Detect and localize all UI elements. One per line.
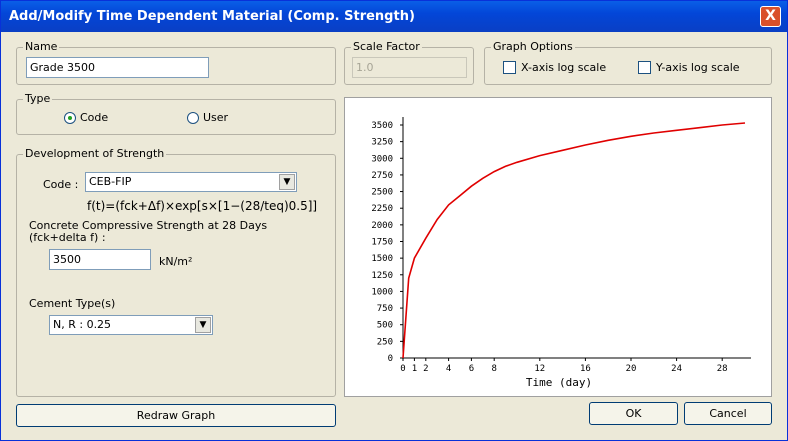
close-button[interactable]: X (760, 6, 781, 27)
y-tick-label: 2500 (371, 188, 393, 198)
dialog-window: Add/Modify Time Dependent Material (Comp… (0, 0, 788, 441)
user-radio-label: User (203, 111, 229, 124)
strength-formula: f(t)=(fck+Δf)×exp[s×[1−(28/teq)0.5]] (87, 199, 318, 213)
y-log-label: Y-axis log scale (656, 61, 740, 74)
code-dropdown[interactable]: CEB-FIP ▼ (85, 172, 297, 192)
code-label: Code : (43, 178, 79, 191)
code-radio-label: Code (80, 111, 109, 124)
graph-options-title: Graph Options (491, 40, 575, 54)
x-log-checkbox[interactable] (503, 61, 516, 74)
code-dropdown-value: CEB-FIP (89, 175, 132, 188)
y-tick-label: 500 (377, 321, 393, 331)
ok-button[interactable]: OK (589, 402, 678, 425)
x-tick-label: 6 (469, 364, 474, 374)
strength-unit: kN/m² (159, 255, 193, 268)
strength-series-line (402, 122, 746, 359)
code-radio[interactable] (64, 112, 76, 124)
cement-type-value: N, R : 0.25 (53, 318, 112, 331)
name-group-title: Name (23, 40, 60, 54)
x-tick-label: 24 (671, 364, 682, 374)
y-tick-label: 1500 (371, 254, 393, 264)
y-tick-label: 3000 (371, 154, 393, 164)
cancel-button[interactable]: Cancel (684, 402, 772, 425)
y-tick-label: 0 (388, 354, 393, 364)
type-group-title: Type (23, 92, 53, 106)
title-bar[interactable]: Add/Modify Time Dependent Material (Comp… (1, 1, 787, 32)
x-log-label: X-axis log scale (521, 61, 607, 74)
user-radio[interactable] (187, 112, 199, 124)
y-tick-label: 250 (377, 337, 393, 347)
y-tick-label: 2750 (371, 171, 393, 181)
strength-input[interactable]: 3500 (49, 249, 151, 270)
x-tick-label: 2 (423, 364, 428, 374)
x-axis-label: Time (day) (526, 376, 592, 389)
cement-type-label: Cement Type(s) (29, 297, 116, 310)
scale-factor-input: 1.0 (352, 57, 467, 78)
graph-panel: 0 250 500 750 1000 1250 1500 1750 2000 2250 2500 27… (344, 97, 772, 397)
close-icon: X (765, 8, 776, 24)
x-tick-label: 8 (491, 364, 496, 374)
concrete-strength-sublabel: (fck+delta f) : (29, 231, 106, 244)
window-title: Add/Modify Time Dependent Material (Comp… (9, 9, 415, 24)
strength-chart: 0 250 500 750 1000 1250 1500 1750 2000 2250 2500 27… (371, 117, 751, 389)
x-tick-label: 1 (412, 364, 417, 374)
chevron-down-icon[interactable]: ▼ (195, 317, 211, 333)
strength-group-title: Development of Strength (23, 147, 167, 161)
y-tick-label: 1000 (371, 287, 393, 297)
x-tick-label: 12 (534, 364, 545, 374)
x-tick-label: 20 (626, 364, 637, 374)
y-tick-label: 2000 (371, 221, 393, 231)
x-tick-label: 16 (580, 364, 591, 374)
cement-type-dropdown[interactable]: N, R : 0.25 ▼ (49, 315, 213, 335)
x-tick-label: 4 (446, 364, 451, 374)
y-tick-label: 750 (377, 304, 393, 314)
redraw-graph-button[interactable]: Redraw Graph (16, 404, 336, 427)
y-tick-label: 3250 (371, 138, 393, 148)
y-tick-label: 2250 (371, 204, 393, 214)
name-input[interactable]: Grade 3500 (26, 57, 209, 78)
y-tick-label: 1750 (371, 238, 393, 248)
scale-factor-title: Scale Factor (351, 40, 422, 54)
x-tick-label: 0 (400, 364, 405, 374)
chevron-down-icon[interactable]: ▼ (279, 174, 295, 190)
y-log-checkbox[interactable] (638, 61, 651, 74)
x-tick-label: 28 (717, 364, 728, 374)
y-tick-label: 1250 (371, 271, 393, 281)
y-tick-label: 3500 (371, 121, 393, 131)
